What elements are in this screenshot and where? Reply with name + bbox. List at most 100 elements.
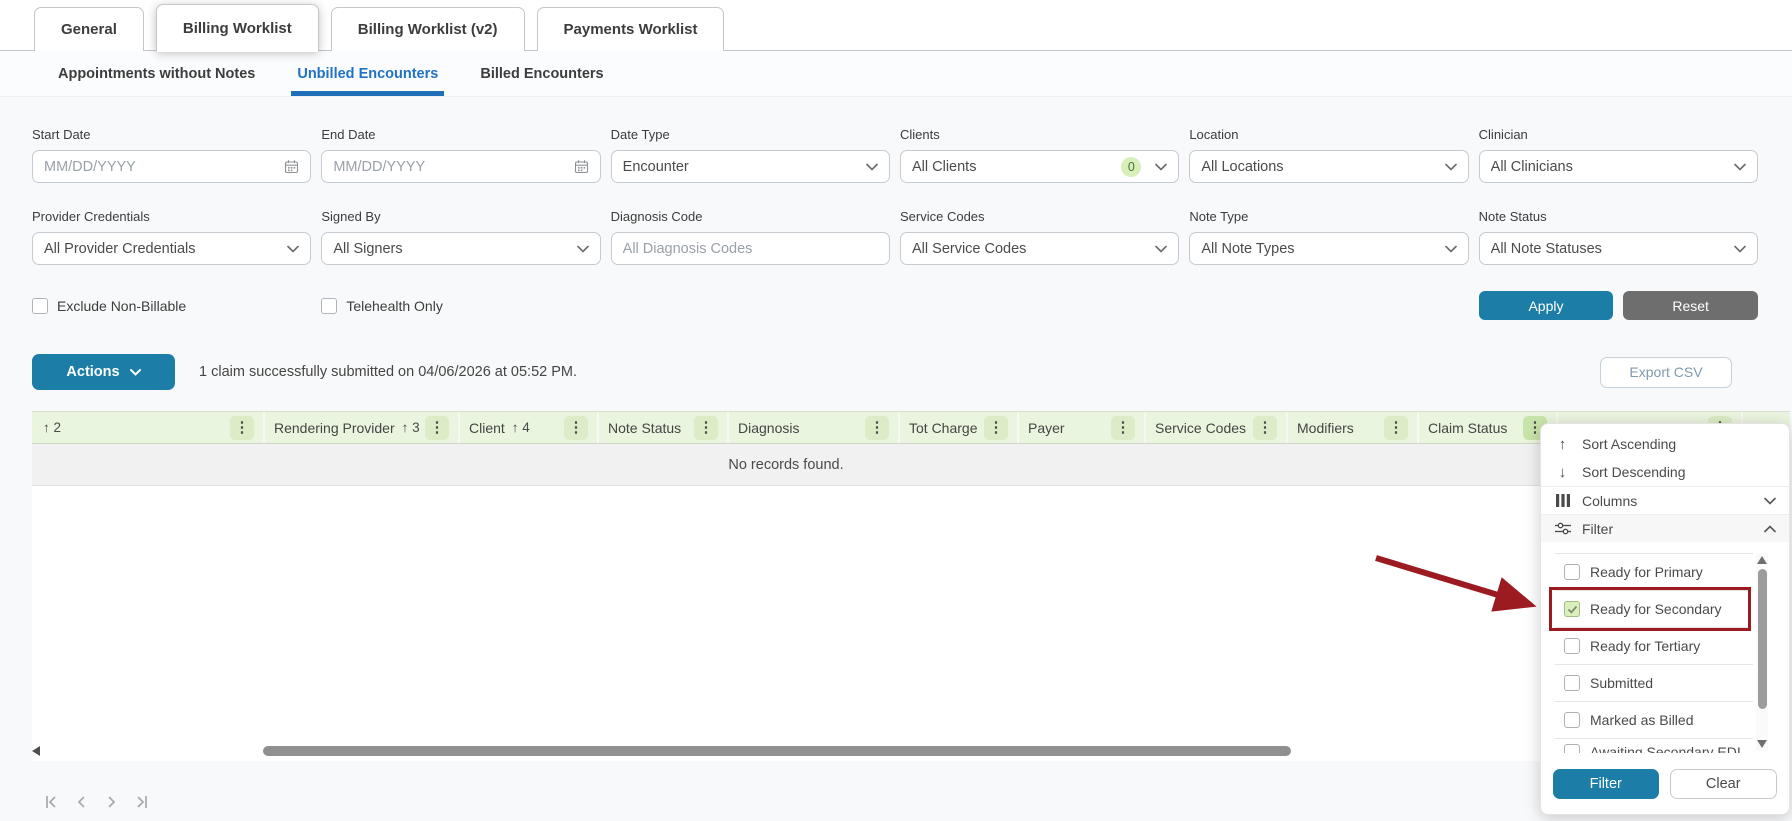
filter-option-marked-as-billed[interactable]: Marked as Billed [1555, 702, 1753, 739]
checkbox-unchecked[interactable] [1564, 638, 1580, 654]
checkbox-unchecked[interactable] [1564, 712, 1580, 728]
menu-clear-button[interactable]: Clear [1670, 769, 1778, 799]
checkbox-unchecked[interactable] [1564, 675, 1580, 691]
provider-credentials-select[interactable]: All Provider Credentials [32, 232, 311, 265]
tab-billing-worklist-v2[interactable]: Billing Worklist (v2) [331, 7, 525, 51]
column-header-diagnosis: Diagnosis ⋮ [729, 412, 900, 443]
last-page-button[interactable] [134, 795, 149, 809]
field-placeholder: MM/DD/YYYY [44, 159, 136, 175]
calendar-icon[interactable] [574, 159, 589, 174]
checkbox-unchecked[interactable] [1564, 564, 1580, 580]
column-menu-button[interactable]: ⋮ [1384, 416, 1408, 440]
subtab-unbilled-encounters[interactable]: Unbilled Encounters [294, 51, 441, 96]
horizontal-scrollbar[interactable] [32, 744, 1758, 758]
filter-option-ready-for-primary[interactable]: Ready for Primary [1555, 554, 1753, 591]
checkbox-exclude-non-billable[interactable]: Exclude Non-Billable [32, 291, 311, 320]
filter-option-label: Marked as Billed [1590, 712, 1694, 728]
column-menu-button[interactable]: ⋮ [865, 416, 889, 440]
subtab-billed-encounters[interactable]: Billed Encounters [477, 51, 606, 96]
filter-label: End Date [321, 127, 600, 142]
status-message: 1 claim successfully submitted on 04/06/… [199, 364, 577, 380]
checkbox-unchecked[interactable] [1564, 744, 1580, 753]
checkbox-box[interactable] [321, 298, 337, 314]
menu-item-sort-ascending[interactable]: ↑Sort Ascending [1541, 430, 1789, 458]
field-placeholder: MM/DD/YYYY [333, 159, 425, 175]
clients-select[interactable]: All Clients0 [900, 150, 1179, 183]
filter-field-note-type: Note TypeAll Note Types [1189, 209, 1468, 265]
filter-field-clinician: ClinicianAll Clinicians [1479, 127, 1758, 183]
tab-general[interactable]: General [34, 7, 144, 51]
menu-item-filter[interactable]: Filter [1541, 514, 1789, 542]
tab-billing-worklist[interactable]: Billing Worklist [156, 4, 319, 51]
column-menu-button[interactable]: ⋮ [564, 416, 588, 440]
horizontal-scrollbar-thumb[interactable] [263, 746, 1291, 756]
column-label: Diagnosis [738, 420, 799, 436]
scroll-down-arrow-icon[interactable] [1757, 740, 1767, 748]
filter-label: Date Type [611, 127, 890, 142]
filter-option-awaiting-secondary-edi[interactable]: Awaiting Secondary EDI [1555, 739, 1753, 753]
subtab-appointments-without-notes[interactable]: Appointments without Notes [55, 51, 258, 96]
location-select[interactable]: All Locations [1189, 150, 1468, 183]
field-value: All Clinicians [1491, 159, 1573, 175]
filter-option-label: Ready for Tertiary [1590, 638, 1700, 654]
vertical-scrollbar-thumb[interactable] [1758, 569, 1767, 709]
vertical-scrollbar[interactable] [1756, 553, 1768, 751]
column-header-tot-charge: Tot Charge⋮ [900, 412, 1019, 443]
column-label: Modifiers [1297, 420, 1354, 436]
menu-item-label: Sort Descending [1582, 464, 1686, 480]
filter-field-provider-credentials: Provider Credentials All Provider Credent… [32, 209, 311, 265]
first-page-button[interactable] [44, 795, 59, 809]
actions-button[interactable]: Actions [32, 354, 175, 390]
checkbox-telehealth-only[interactable]: Telehealth Only [321, 291, 600, 320]
scroll-up-arrow-icon[interactable] [1757, 556, 1767, 564]
filter-label: Start Date [32, 127, 311, 142]
filter-field-signed-by: Signed ByAll Signers [321, 209, 600, 265]
reset-button[interactable]: Reset [1623, 291, 1758, 320]
previous-page-button[interactable] [76, 795, 88, 809]
next-page-button[interactable] [105, 795, 117, 809]
menu-item-columns[interactable]: Columns [1541, 486, 1789, 514]
column-menu-button[interactable]: ⋮ [1253, 416, 1277, 440]
service-codes-select[interactable]: All Service Codes [900, 232, 1179, 265]
note-status-select[interactable]: All Note Statuses [1479, 232, 1758, 265]
sort-ascending-indicator: ↑ 3 [402, 420, 420, 435]
column-menu-button[interactable]: ⋮ [694, 416, 718, 440]
scroll-left-arrow-icon[interactable] [32, 746, 40, 756]
table-header-row: ↑ 2⋮Rendering Provider↑ 3⋮Client↑ 4⋮Note… [32, 411, 1790, 444]
filter-option-label: Awaiting Secondary EDI [1590, 744, 1741, 753]
checkbox-checked[interactable] [1564, 601, 1580, 617]
column-header-payer: Payer⋮ [1019, 412, 1146, 443]
column-menu-button[interactable]: ⋮ [425, 416, 449, 440]
filter-field-diagnosis-code: Diagnosis CodeAll Diagnosis Codes [611, 209, 890, 265]
start-date-input[interactable]: MM/DD/YYYY [32, 150, 311, 183]
chevron-down-icon [1155, 245, 1167, 253]
export-csv-button[interactable]: Export CSV [1600, 357, 1732, 388]
calendar-icon[interactable] [284, 159, 299, 174]
apply-button[interactable]: Apply [1479, 291, 1614, 320]
column-menu-button[interactable]: ⋮ [984, 416, 1008, 440]
column-menu-button[interactable]: ⋮ [230, 416, 254, 440]
vertical-dots-icon: ⋮ [989, 420, 1004, 435]
menu-item-sort-descending[interactable]: ↓Sort Descending [1541, 458, 1789, 486]
end-date-input[interactable]: MM/DD/YYYY [321, 150, 600, 183]
column-header-client: Client↑ 4⋮ [460, 412, 599, 443]
filter-label: Note Status [1479, 209, 1758, 224]
menu-filter-button[interactable]: Filter [1553, 769, 1659, 799]
filter-option-submitted[interactable]: Submitted [1555, 665, 1753, 702]
column-header-claim-status: Claim Status⋮ [1419, 412, 1558, 443]
date-type-select[interactable]: Encounter [611, 150, 890, 183]
tab-payments-worklist[interactable]: Payments Worklist [537, 7, 725, 51]
chevron-down-icon [1734, 245, 1746, 253]
filter-option-ready-for-tertiary[interactable]: Ready for Tertiary [1555, 628, 1753, 665]
signed-by-select[interactable]: All Signers [321, 232, 600, 265]
diagnosis-code-input[interactable]: All Diagnosis Codes [611, 232, 890, 265]
checkbox-box[interactable] [32, 298, 48, 314]
column-menu-button[interactable]: ⋮ [1111, 416, 1135, 440]
field-value: All Provider Credentials [44, 241, 196, 257]
sort-ascending-indicator: ↑ 4 [512, 420, 530, 435]
clinician-select[interactable]: All Clinicians [1479, 150, 1758, 183]
filter-option-ready-for-secondary[interactable]: Ready for Secondary [1555, 591, 1753, 628]
filter-row-1: Start Date MM/DD/YYYY End Date MM/DD/YYYY Da… [32, 127, 1758, 183]
note-type-select[interactable]: All Note Types [1189, 232, 1468, 265]
filter-label: Provider Credentials [32, 209, 311, 224]
